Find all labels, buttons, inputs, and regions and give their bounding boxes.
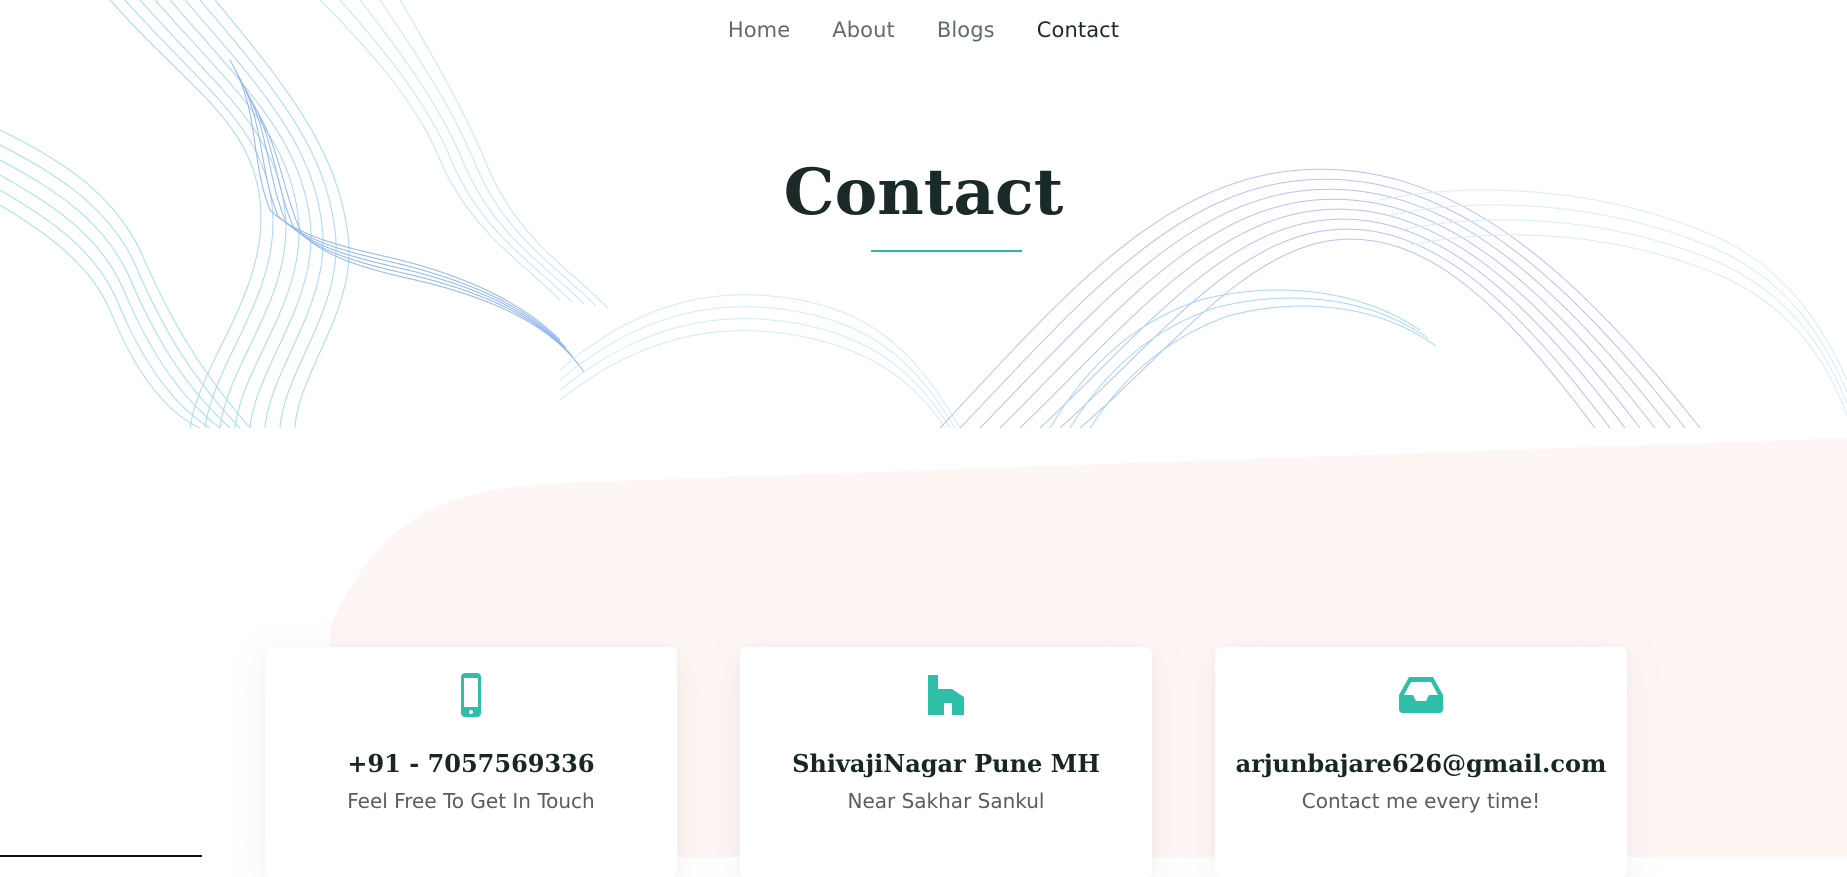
mobile-phone-icon — [265, 671, 677, 719]
inbox-icon — [1215, 671, 1627, 719]
nav-item-home[interactable]: Home — [728, 18, 790, 42]
address-card: ShivajiNagar Pune MH Near Sakhar Sankul — [740, 647, 1152, 877]
nav-item-blogs[interactable]: Blogs — [937, 18, 995, 42]
phone-subtitle: Feel Free To Get In Touch — [347, 789, 595, 813]
page-title: Contact — [783, 155, 1064, 230]
main-nav: Home About Blogs Contact — [0, 18, 1847, 42]
contact-cards: +91 - 7057569336 Feel Free To Get In Tou… — [0, 647, 1847, 877]
email-address[interactable]: arjunbajare626@gmail.com — [1215, 749, 1627, 778]
nav-item-contact[interactable]: Contact — [1037, 18, 1119, 42]
title-underline — [871, 250, 1022, 252]
nav-item-about[interactable]: About — [832, 18, 895, 42]
email-card: arjunbajare626@gmail.com Contact me ever… — [1215, 647, 1627, 877]
email-subtitle: Contact me every time! — [1301, 789, 1541, 813]
phone-card: +91 - 7057569336 Feel Free To Get In Tou… — [265, 647, 677, 877]
address-subtitle: Near Sakhar Sankul — [847, 789, 1045, 813]
address-line: ShivajiNagar Pune MH — [792, 749, 1100, 778]
hero-banner: Home About Blogs Contact Contact — [0, 0, 1847, 428]
house-icon — [740, 671, 1152, 719]
phone-number: +91 - 7057569336 — [347, 749, 595, 778]
